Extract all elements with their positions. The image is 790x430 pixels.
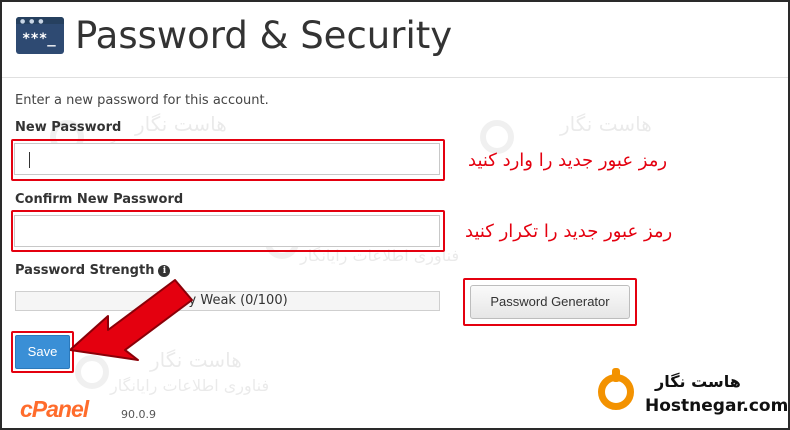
red-arrow-icon — [70, 279, 193, 361]
confirm-password-label: Confirm New Password — [15, 192, 184, 207]
highlight-confirm-password — [11, 210, 445, 252]
password-strength-text: Password Strength — [15, 263, 155, 278]
page-title: Password & Security — [75, 14, 453, 57]
terminal-password-icon: ● ● ● ***_ — [16, 17, 64, 54]
cpanel-logo: cPanel — [20, 396, 89, 422]
watermark-name: هاست نگار — [560, 112, 652, 136]
brand-name-en: Hostnegar.com — [645, 396, 789, 416]
brand-name-fa: هاست نگار — [655, 372, 741, 391]
info-icon[interactable]: i — [158, 265, 171, 277]
intro-text: Enter a new password for this account. — [15, 93, 269, 108]
hostnegar-logo-dot — [612, 368, 620, 382]
new-password-label: New Password — [15, 120, 122, 135]
highlight-generator — [463, 278, 637, 326]
page-header: ● ● ● ***_ Password & Security — [2, 2, 788, 78]
highlight-save — [11, 331, 74, 373]
watermark-name: هاست نگار — [135, 112, 227, 136]
highlight-new-password — [11, 139, 445, 181]
version-text: 90.0.9 — [121, 408, 156, 421]
watermark-logo-icon — [480, 120, 514, 154]
confirm-password-annotation: رمز عبور جدید را تکرار کنید — [465, 221, 673, 242]
new-password-annotation: رمز عبور جدید را وارد کنید — [468, 150, 668, 171]
watermark-tagline: فناوری اطلاعات رایانگار — [110, 376, 270, 395]
password-strength-label: Password Strength i — [15, 263, 171, 278]
